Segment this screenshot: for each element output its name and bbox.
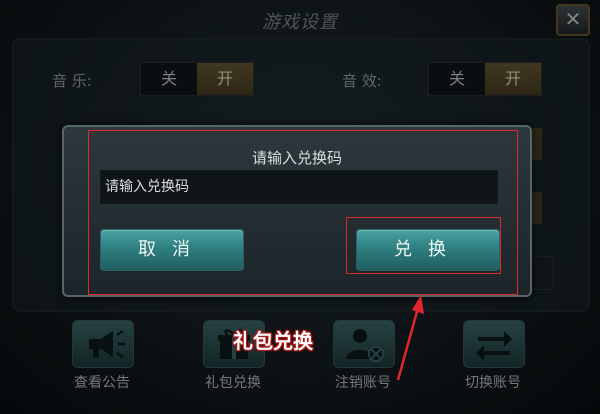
game-settings-screen: 游戏设置 ✕ 音 乐: 关 开 音 效: 关 开 查看公告 礼包兑换 注销账号 …	[0, 0, 600, 414]
gift-redeem-callout: 礼包兑换	[233, 329, 313, 353]
